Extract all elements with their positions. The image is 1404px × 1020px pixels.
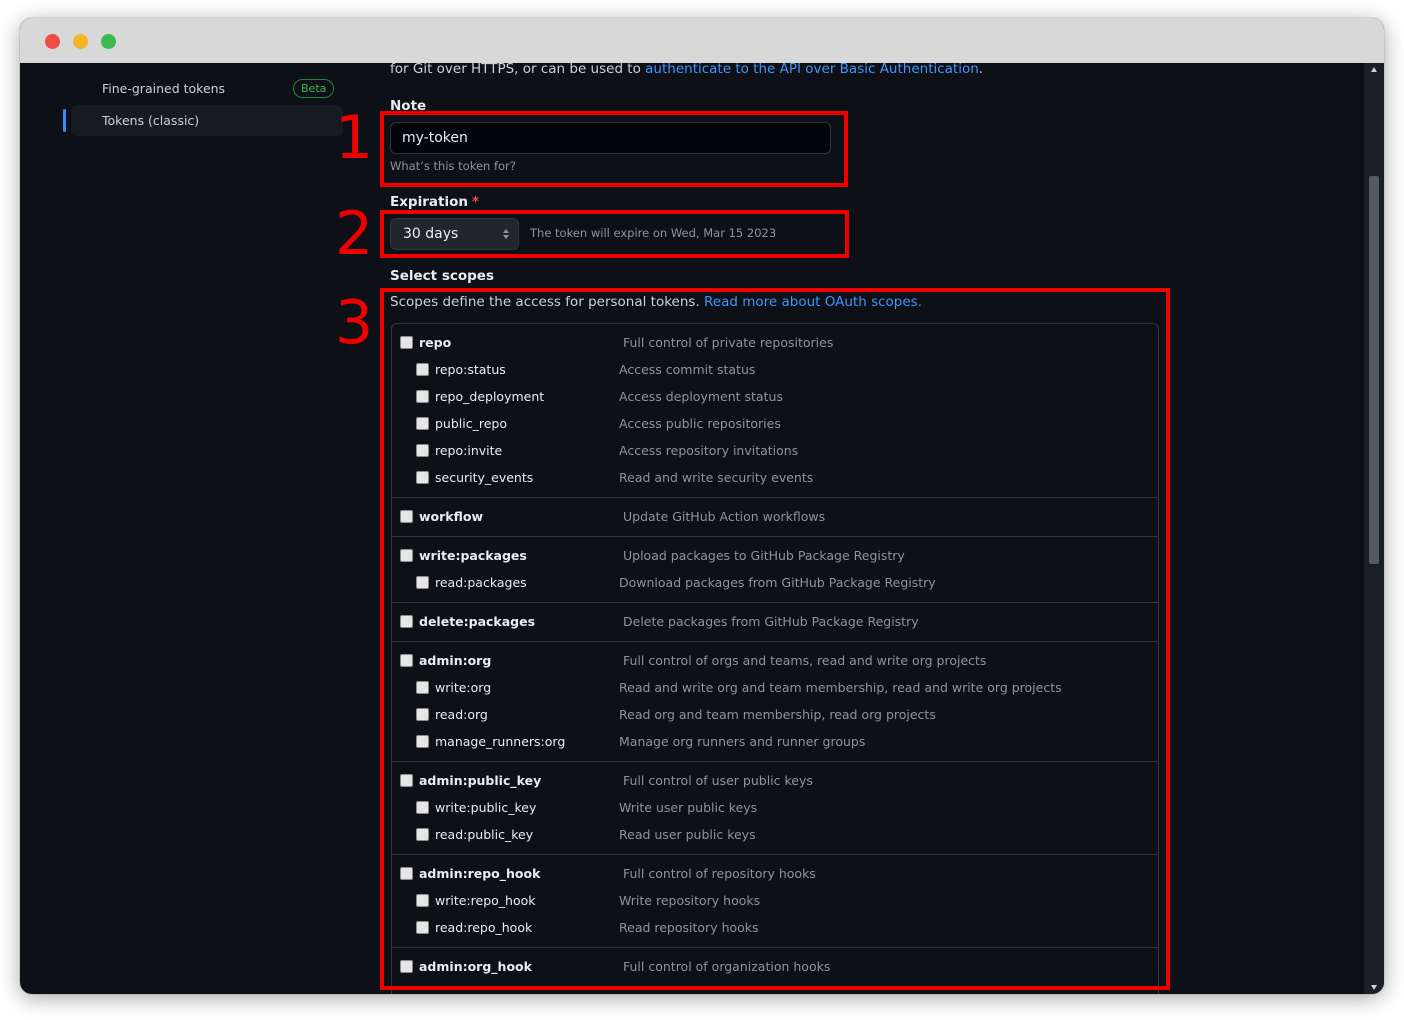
scope-row — [392, 993, 1158, 994]
expiration-label: Expiration * — [390, 194, 479, 210]
annotation-number-2: 2 — [335, 199, 374, 269]
selected-indicator — [63, 109, 66, 132]
basic-auth-link[interactable]: authenticate to the API over Basic Authe… — [645, 61, 979, 77]
annotation-number-3: 3 — [335, 288, 374, 358]
title-bar — [20, 18, 1384, 63]
annotation-box-1 — [380, 111, 848, 187]
annotation-box-2 — [380, 210, 849, 258]
vertical-scrollbar[interactable] — [1364, 63, 1384, 994]
select-scopes-label: Select scopes — [390, 268, 494, 284]
scroll-thumb[interactable] — [1369, 176, 1379, 564]
maximize-window-button[interactable] — [101, 34, 116, 49]
scroll-up-arrow-icon[interactable] — [1371, 67, 1377, 72]
intro-text: for Git over HTTPS, or can be used to au… — [390, 61, 983, 77]
scroll-down-arrow-icon[interactable] — [1371, 985, 1377, 990]
browser-window: Fine-grained tokens Beta Tokens (classic… — [20, 18, 1384, 994]
expiration-label-text: Expiration — [390, 194, 468, 210]
intro-suffix: . — [978, 61, 984, 77]
annotation-box-3 — [380, 288, 1170, 990]
sidebar-item-fine-grained-tokens[interactable]: Fine-grained tokens — [102, 81, 225, 96]
minimize-window-button[interactable] — [73, 34, 88, 49]
beta-badge: Beta — [293, 79, 335, 98]
required-mark: * — [471, 194, 480, 210]
close-window-button[interactable] — [45, 34, 60, 49]
intro-prefix: for Git over HTTPS, or can be used to — [390, 61, 646, 77]
annotation-number-1: 1 — [335, 103, 374, 173]
sidebar-item-label[interactable]: Tokens (classic) — [102, 113, 199, 128]
